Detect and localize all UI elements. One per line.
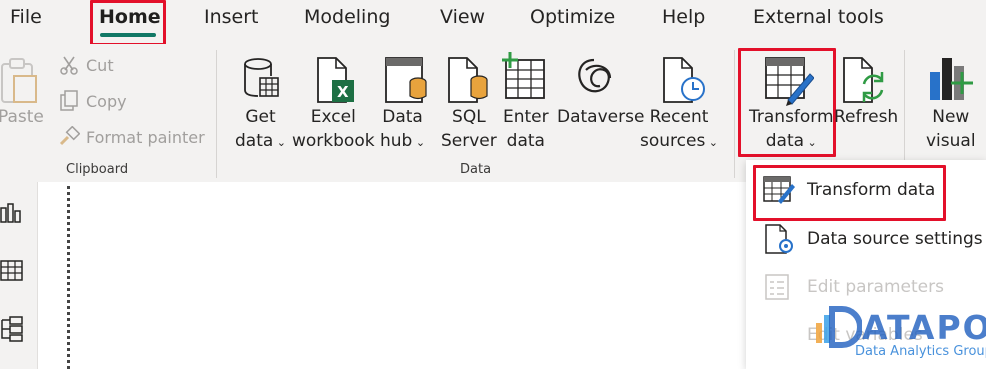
menu-optimize[interactable]: Optimize xyxy=(530,6,615,28)
paste-button[interactable]: Paste xyxy=(0,105,44,129)
enter-data-button[interactable]: Enter data xyxy=(503,105,549,153)
data-group-label: Data xyxy=(460,162,492,177)
transform-data-button[interactable]: Transform data ⌄ xyxy=(749,105,834,155)
watermark-title: ATAPOT xyxy=(862,308,986,347)
svg-text:X: X xyxy=(337,83,349,101)
menu-bar: File Home Insert Modeling View Optimize … xyxy=(0,0,986,44)
data-hub-button[interactable]: Data hub ⌄ xyxy=(380,105,425,155)
sql-label-1: SQL xyxy=(452,107,486,127)
dropdown-item-data-source-settings[interactable]: Data source settings xyxy=(746,217,986,261)
chevron-down-icon: ⌄ xyxy=(412,136,426,149)
paintbrush-icon xyxy=(58,126,80,148)
dropdown-label: Data source settings xyxy=(807,229,983,249)
format-painter-button[interactable]: Format painter xyxy=(58,126,205,148)
refresh-icon xyxy=(843,57,884,103)
data-hub-label-1: Data xyxy=(382,107,423,127)
new-visual-button[interactable]: New visual xyxy=(926,105,976,153)
data-hub-label-2: hub xyxy=(380,131,413,151)
enter-data-label-1: Enter xyxy=(503,107,549,127)
recent-label-2: sources xyxy=(640,131,706,151)
paste-icon xyxy=(1,58,37,103)
refresh-button[interactable]: Refresh xyxy=(834,105,898,129)
menu-insert[interactable]: Insert xyxy=(204,6,259,28)
excel-icon: X xyxy=(317,57,354,103)
new-visual-label-1: New xyxy=(932,107,970,127)
table-view-icon[interactable] xyxy=(0,260,24,282)
get-data-label-2: data xyxy=(235,131,274,151)
sql-server-button[interactable]: SQL Server xyxy=(441,105,497,153)
active-tab-underline xyxy=(100,33,156,37)
menu-help[interactable]: Help xyxy=(662,6,705,28)
datapot-logo-icon xyxy=(816,306,862,348)
sql-server-icon xyxy=(448,57,488,103)
cut-label: Cut xyxy=(86,55,114,75)
edit-parameters-icon xyxy=(765,274,789,300)
copy-button[interactable]: Copy xyxy=(58,90,127,112)
cut-button[interactable]: Cut xyxy=(58,54,114,76)
menu-view[interactable]: View xyxy=(440,6,485,28)
transform-data-icon xyxy=(765,57,814,106)
data-source-settings-icon xyxy=(765,224,793,254)
transform-label-2: data xyxy=(765,131,805,151)
recent-label-1: Recent xyxy=(649,107,709,127)
canvas-boundary-line xyxy=(67,186,70,369)
format-painter-label: Format painter xyxy=(86,127,205,147)
enter-data-icon xyxy=(502,52,545,99)
excel-label-2: workbook xyxy=(292,131,375,151)
model-view-icon[interactable] xyxy=(0,316,24,342)
group-divider xyxy=(216,50,217,178)
get-data-button[interactable]: Get data ⌄ xyxy=(235,105,286,155)
clipboard-group-label: Clipboard xyxy=(66,162,129,177)
menu-file[interactable]: File xyxy=(10,6,42,28)
watermark-subtitle: Data Analytics Group xyxy=(855,344,986,359)
dataverse-button[interactable]: Dataverse xyxy=(557,105,644,129)
recent-sources-button[interactable]: Recent sources ⌄ xyxy=(640,105,718,155)
excel-workbook-button[interactable]: Excel workbook xyxy=(292,105,375,153)
copy-label: Copy xyxy=(86,91,127,111)
recent-sources-icon xyxy=(663,57,705,103)
dataverse-icon xyxy=(578,58,612,93)
enter-data-label-2: data xyxy=(506,131,545,151)
menu-modeling[interactable]: Modeling xyxy=(304,6,390,28)
sql-label-2: Server xyxy=(441,131,497,151)
chevron-down-icon: ⌄ xyxy=(804,136,817,149)
chevron-down-icon: ⌄ xyxy=(273,136,287,149)
dropdown-item-transform-data[interactable]: Transform data xyxy=(746,168,986,212)
menu-home[interactable]: Home xyxy=(99,6,161,28)
excel-label-1: Excel xyxy=(310,107,356,127)
report-view-icon[interactable] xyxy=(0,202,22,224)
group-divider xyxy=(904,50,905,178)
dropdown-item-edit-parameters[interactable]: Edit parameters xyxy=(746,265,986,309)
new-visual-icon xyxy=(930,58,973,100)
copy-icon xyxy=(58,90,80,112)
data-hub-icon xyxy=(385,57,427,103)
transform-data-icon xyxy=(763,176,795,204)
dropdown-label: Edit parameters xyxy=(807,277,944,297)
transform-label-1: Transform xyxy=(749,107,834,127)
new-visual-label-2: visual xyxy=(926,131,976,151)
get-data-label-1: Get xyxy=(245,107,276,127)
group-divider xyxy=(734,50,735,178)
dropdown-label: Transform data xyxy=(807,180,936,200)
chevron-down-icon: ⌄ xyxy=(705,136,719,149)
menu-external-tools[interactable]: External tools xyxy=(753,6,884,28)
view-switcher-rail xyxy=(0,182,38,369)
scissors-icon xyxy=(58,54,80,76)
get-data-icon xyxy=(244,58,279,97)
